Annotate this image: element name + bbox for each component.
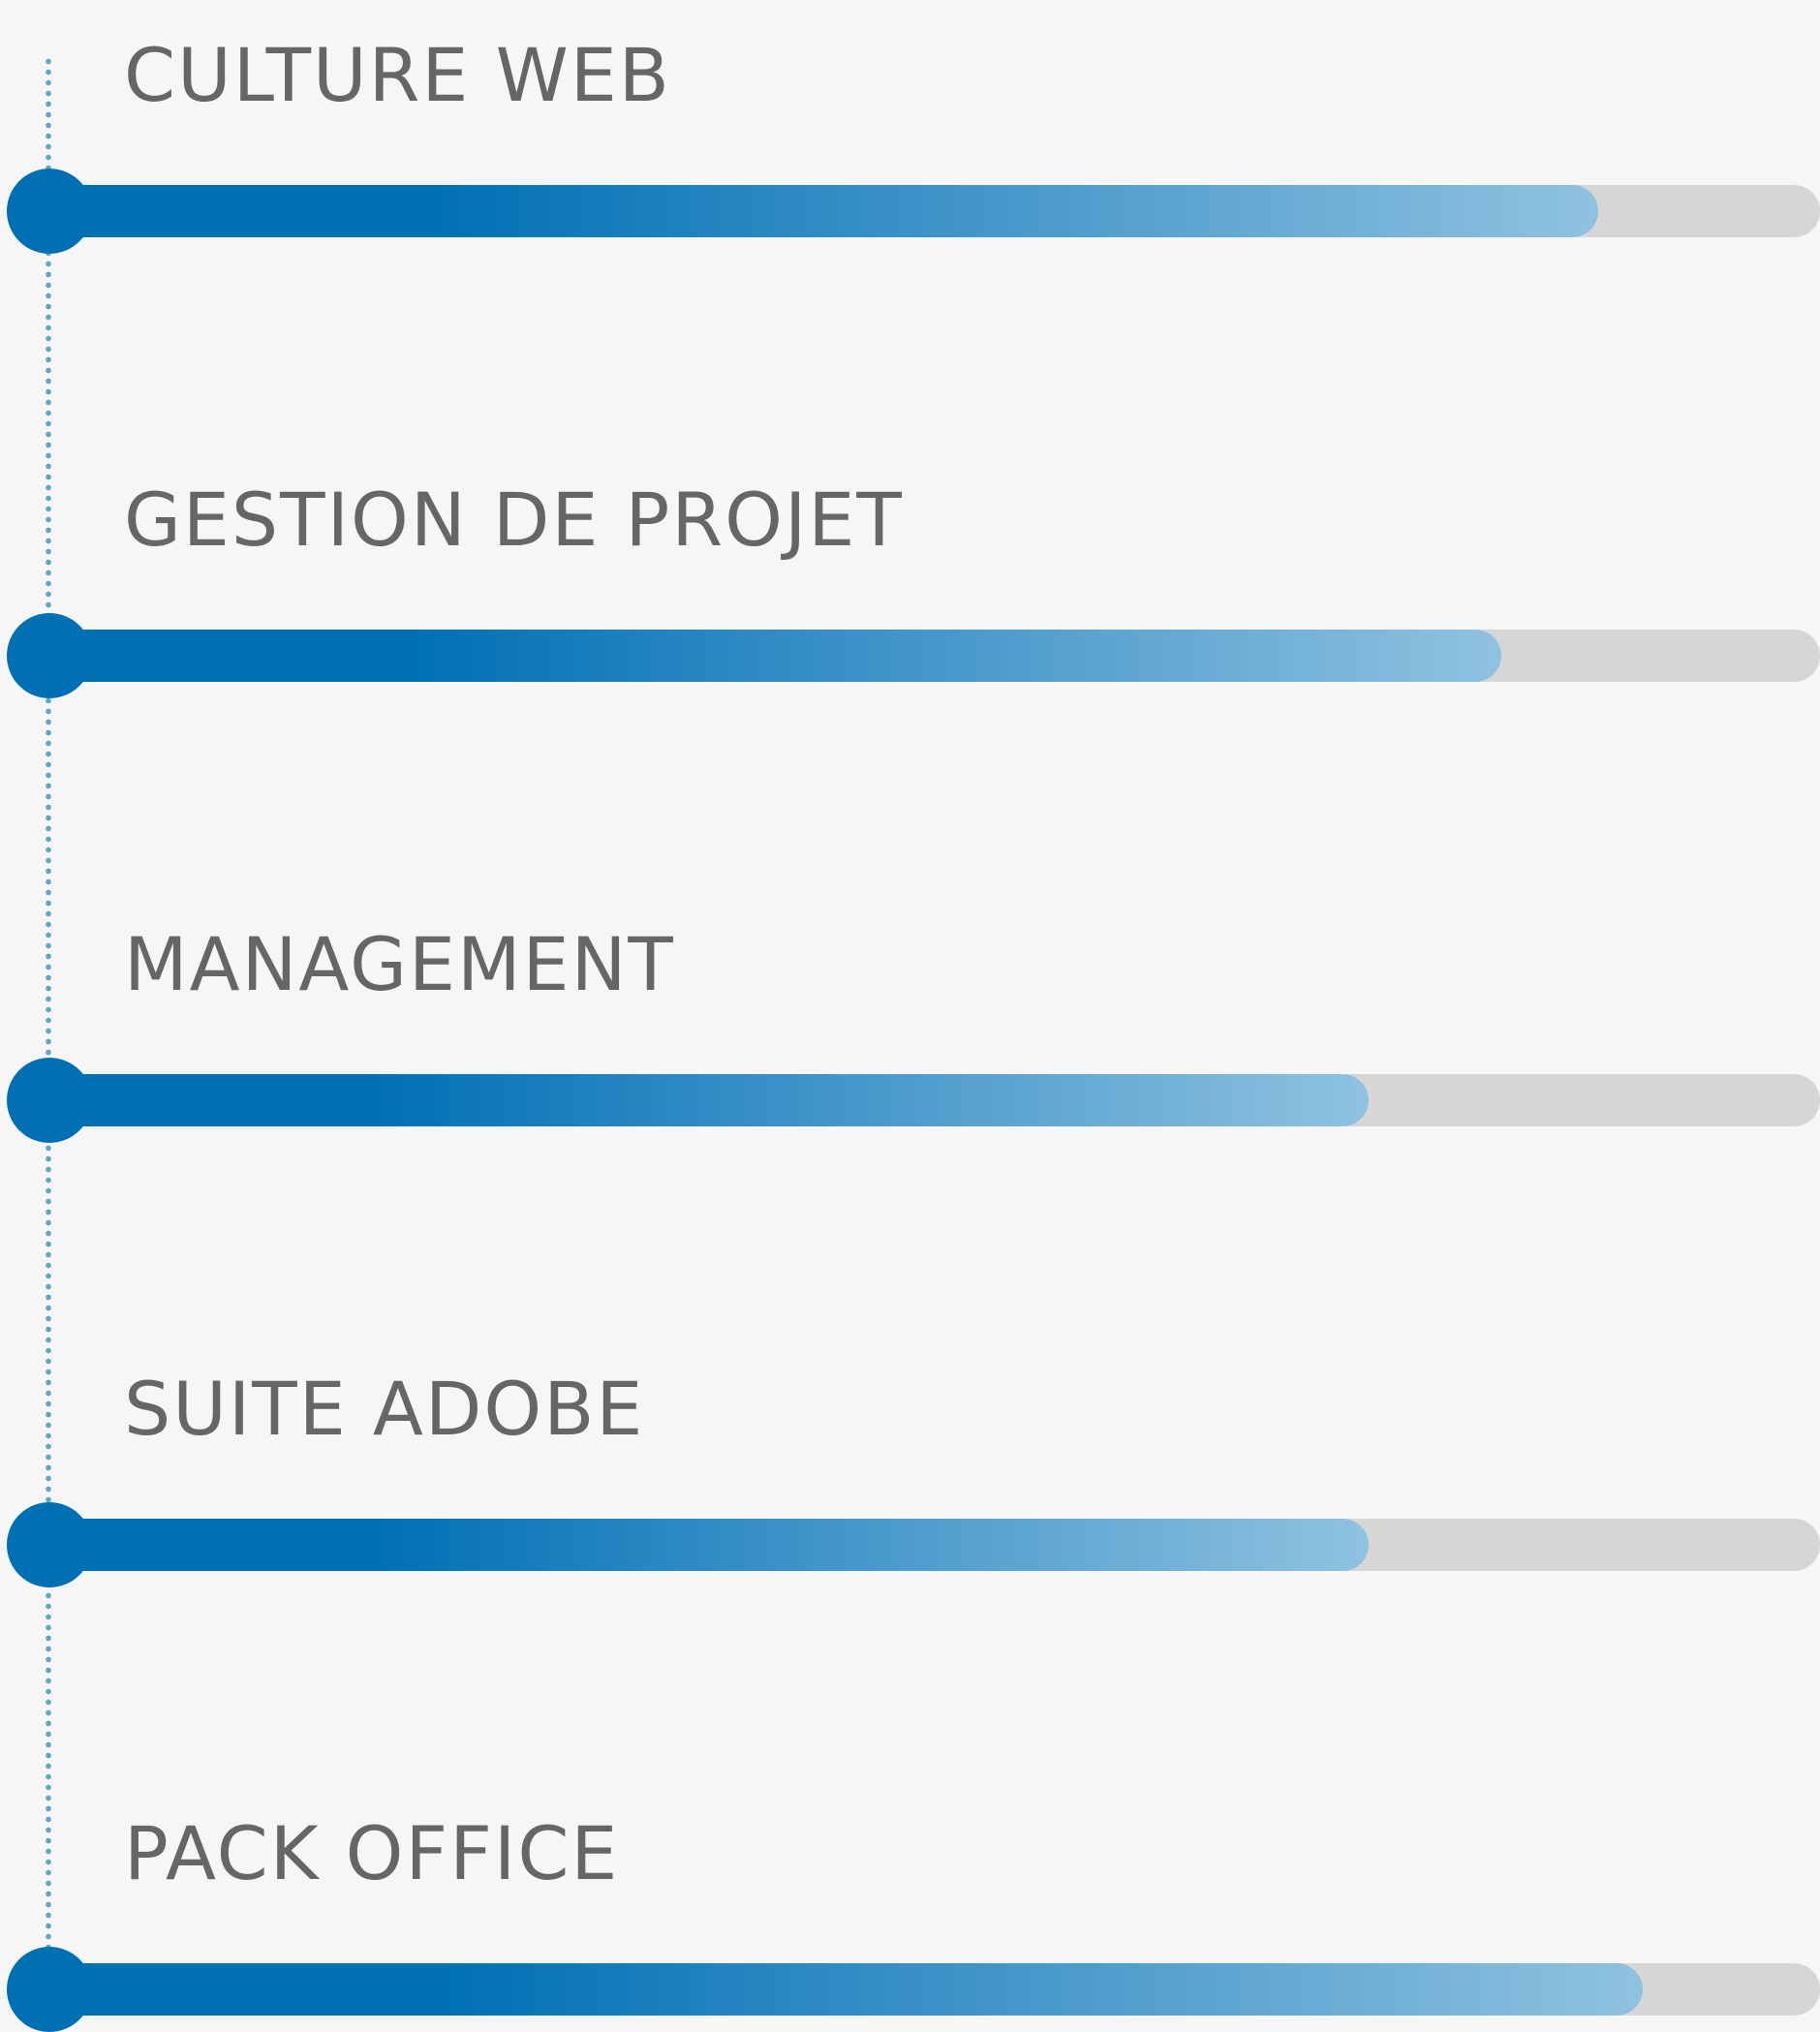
skill-progress-track — [48, 1074, 1820, 1126]
skill-progress-fill — [48, 1519, 1369, 1571]
skill-item: PACK OFFICE — [0, 1778, 1820, 2032]
skill-progress-track — [48, 1963, 1820, 2016]
skill-label: CULTURE WEB — [124, 32, 671, 118]
skill-label: PACK OFFICE — [124, 1810, 620, 1896]
skill-progress-track — [48, 630, 1820, 682]
skill-item: SUITE ADOBE — [0, 1334, 1820, 1587]
timeline-dot-icon — [7, 1058, 92, 1143]
skill-label: SUITE ADOBE — [124, 1366, 645, 1452]
skill-item: MANAGEMENT — [0, 889, 1820, 1143]
timeline-dot-icon — [7, 1947, 92, 2032]
skill-label: GESTION DE PROJET — [124, 477, 904, 563]
timeline-dot-icon — [7, 1502, 92, 1587]
skill-progress-fill — [48, 630, 1501, 682]
skill-progress-fill — [48, 185, 1598, 237]
skill-progress-track — [48, 185, 1820, 237]
skill-progress-fill — [48, 1963, 1643, 2016]
timeline-dot-icon — [7, 169, 92, 254]
skill-label: MANAGEMENT — [124, 921, 675, 1007]
skill-progress-fill — [48, 1074, 1369, 1126]
skill-item: GESTION DE PROJET — [0, 445, 1820, 698]
skill-item: CULTURE WEB — [0, 0, 1820, 254]
skill-progress-track — [48, 1519, 1820, 1571]
timeline-dot-icon — [7, 613, 92, 698]
